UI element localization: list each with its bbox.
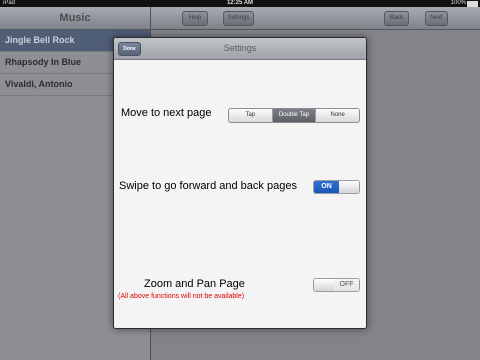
- status-bar: iPad 12:25 AM 100%: [0, 0, 480, 7]
- zoom-label: Zoom and Pan Page: [144, 278, 245, 290]
- master-title: Music: [59, 12, 91, 24]
- back-button[interactable]: Back: [384, 11, 409, 26]
- toggle-knob: [314, 279, 334, 291]
- help-button[interactable]: Help: [182, 11, 208, 26]
- swipe-toggle[interactable]: ON: [313, 180, 360, 194]
- move-next-label: Move to next page: [121, 107, 212, 119]
- settings-button[interactable]: Settings: [223, 11, 254, 26]
- master-nav-bar: Music: [0, 7, 150, 30]
- next-button[interactable]: Next: [425, 11, 448, 26]
- settings-header: Done Settings: [114, 38, 366, 60]
- settings-body: Move to next page Tap Double Tap None Sw…: [114, 60, 366, 328]
- settings-dialog: Done Settings Move to next page Tap Doub…: [113, 37, 367, 329]
- detail-nav-bar: Help Settings Back Next: [151, 7, 480, 30]
- clock: 12:25 AM: [226, 0, 254, 6]
- toggle-knob: [339, 181, 359, 193]
- swipe-label: Swipe to go forward and back pages: [119, 180, 297, 192]
- segment-none[interactable]: None: [316, 109, 359, 122]
- zoom-toggle[interactable]: OFF: [313, 278, 360, 292]
- zoom-warning-note: (All above functions will not be availab…: [118, 293, 245, 300]
- segment-tap[interactable]: Tap: [229, 109, 273, 122]
- segment-double-tap[interactable]: Double Tap: [272, 109, 317, 122]
- zoom-toggle-state: OFF: [334, 279, 359, 291]
- swipe-toggle-state: ON: [314, 181, 339, 193]
- move-next-segmented-control: Tap Double Tap None: [228, 108, 360, 123]
- settings-title: Settings: [223, 43, 257, 53]
- battery-percent: 100%: [450, 0, 466, 6]
